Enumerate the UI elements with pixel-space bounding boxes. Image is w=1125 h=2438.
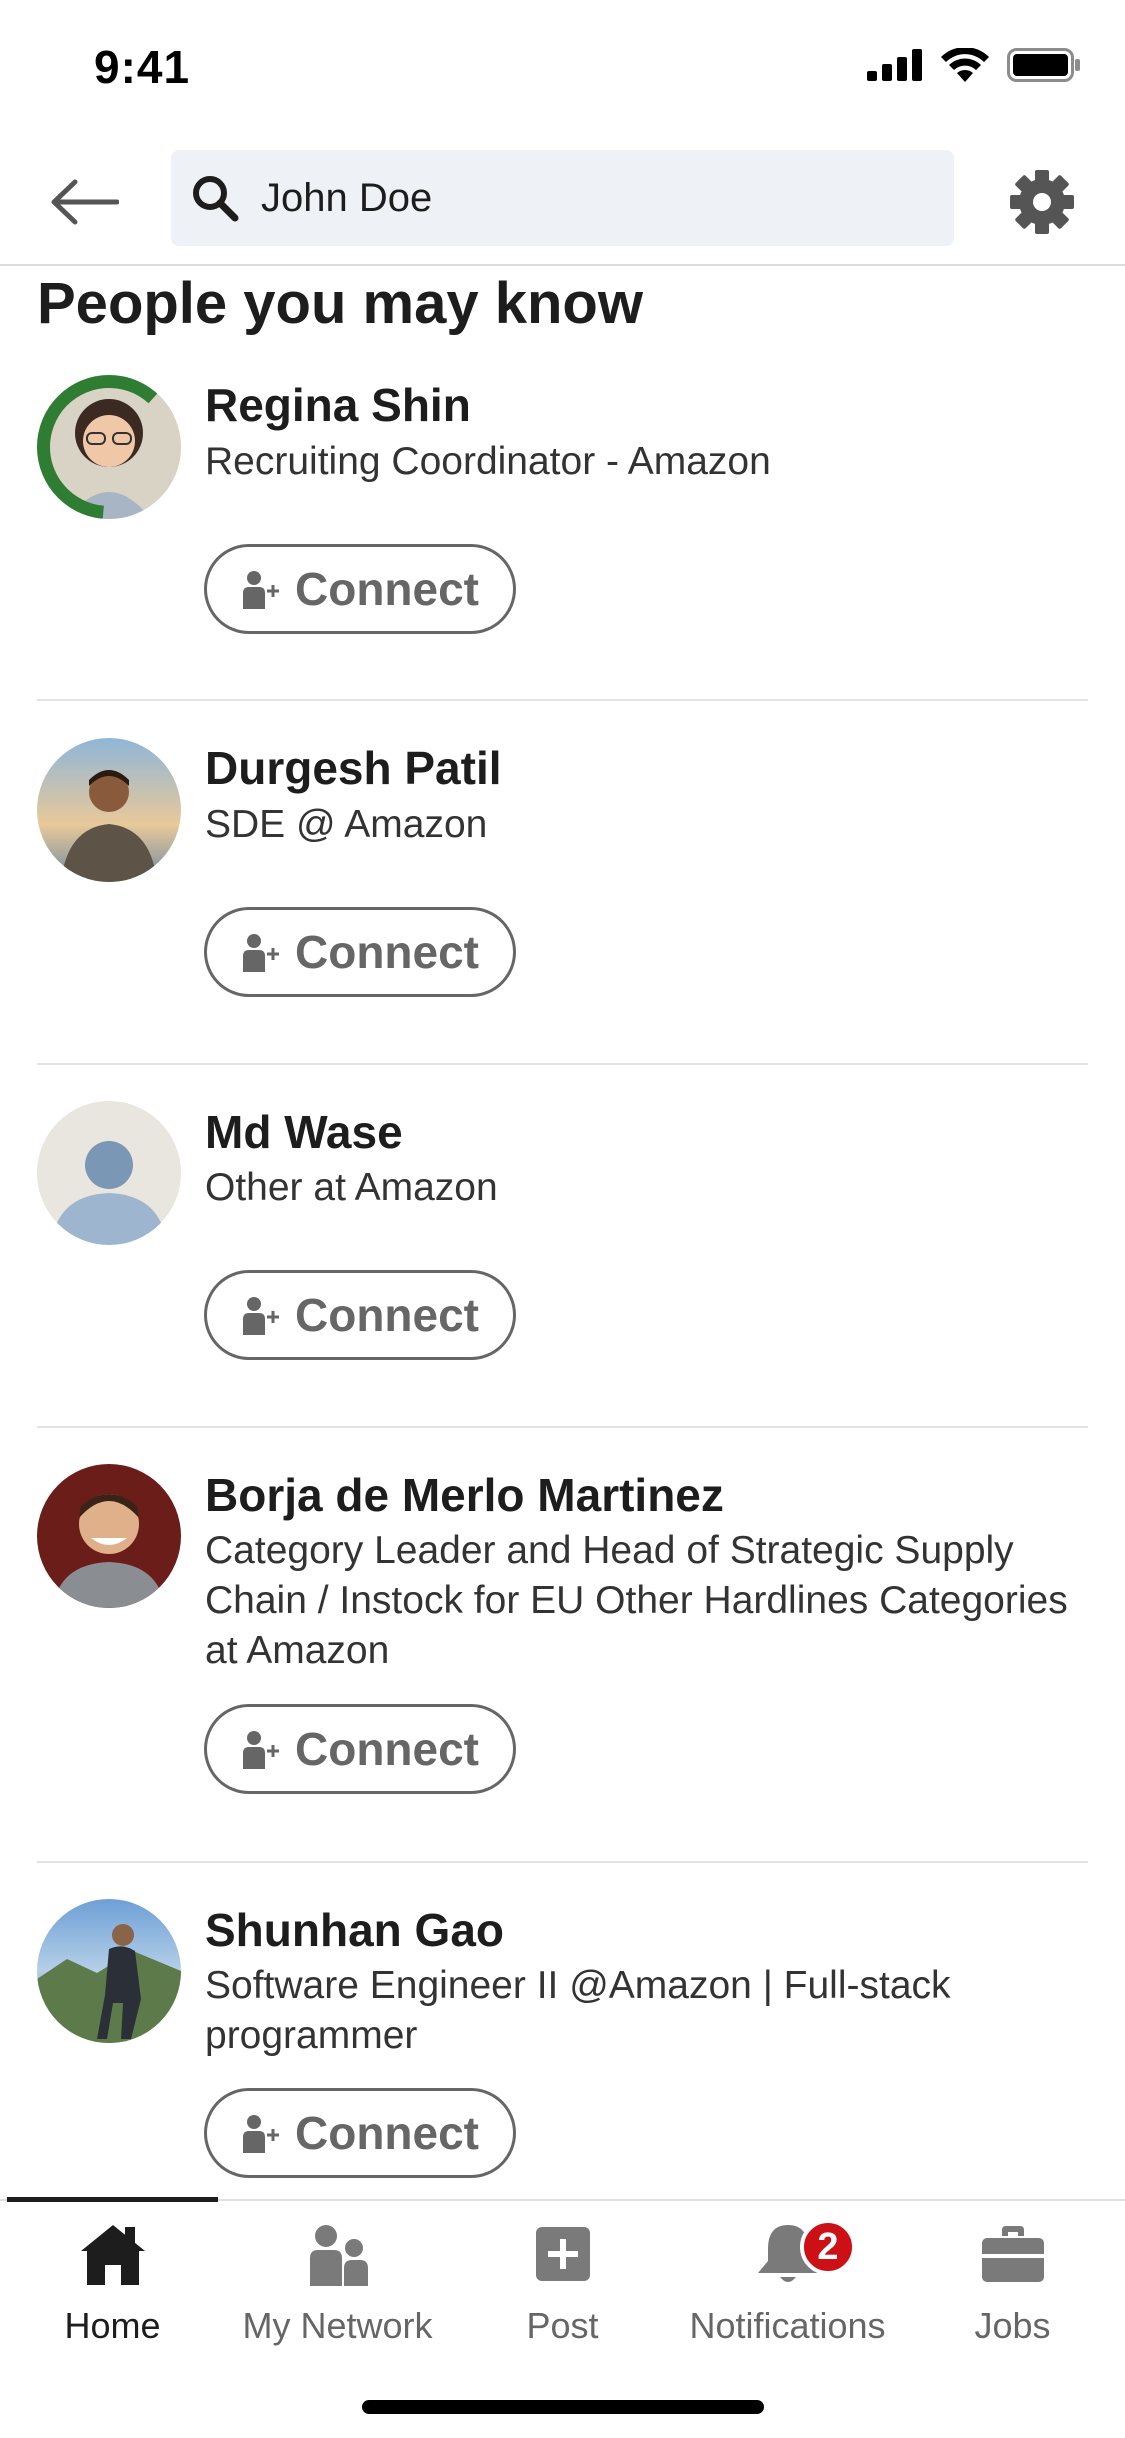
connect-button[interactable]: Connect: [204, 907, 516, 997]
add-person-icon: [243, 934, 279, 972]
profile-photo: [37, 738, 181, 882]
search-input[interactable]: [261, 150, 921, 246]
person-headline: Other at Amazon: [205, 1166, 498, 1209]
back-button[interactable]: [44, 170, 124, 234]
connect-label: Connect: [295, 1289, 479, 1341]
connect-button[interactable]: Connect: [204, 2088, 516, 2178]
connect-label: Connect: [295, 563, 479, 615]
add-person-icon: [243, 2115, 279, 2153]
tab-post[interactable]: Post: [450, 2215, 675, 2365]
battery-icon: [1007, 48, 1080, 82]
connect-button[interactable]: Connect: [204, 544, 516, 634]
search-header: [0, 140, 1125, 266]
profile-photo: [37, 1464, 181, 1608]
avatar[interactable]: [37, 738, 181, 882]
tab-home[interactable]: Home: [0, 2215, 225, 2365]
search-bar[interactable]: [171, 150, 954, 246]
tab-label: My Network: [242, 2305, 433, 2346]
profile-photo: [37, 1899, 181, 2043]
person-headline: Software Engineer II @Amazon | Full-stac…: [205, 1964, 951, 2057]
add-person-icon: [243, 1297, 279, 1335]
tab-label: Home: [64, 2305, 161, 2346]
divider: [37, 1426, 1088, 1428]
tab-label: Jobs: [974, 2305, 1051, 2346]
divider: [37, 1861, 1088, 1863]
default-avatar-icon: [37, 1101, 181, 1245]
avatar[interactable]: [37, 1899, 181, 2043]
person-name[interactable]: Borja de Merlo Martinez: [205, 1468, 724, 1522]
settings-button[interactable]: [1006, 166, 1078, 238]
person-headline: SDE @ Amazon: [205, 803, 488, 846]
status-icons: [867, 48, 1081, 82]
notification-badge: 2: [800, 2219, 856, 2275]
person-name[interactable]: Md Wase: [205, 1105, 403, 1159]
section-title: People you may know: [37, 271, 643, 336]
tab-notifications[interactable]: 2 Notifications: [675, 2215, 900, 2365]
connect-label: Connect: [295, 2107, 479, 2159]
divider: [37, 1063, 1088, 1065]
search-icon: [193, 176, 239, 222]
connect-label: Connect: [295, 1723, 479, 1775]
person-name[interactable]: Regina Shin: [205, 378, 471, 432]
add-person-icon: [243, 571, 279, 609]
tab-my-network[interactable]: My Network: [225, 2215, 450, 2365]
avatar[interactable]: [37, 1101, 181, 1245]
connect-label: Connect: [295, 926, 479, 978]
connect-button[interactable]: Connect: [204, 1704, 516, 1794]
status-time: 9:41: [94, 41, 191, 93]
cellular-signal-icon: [867, 49, 922, 81]
profile-photo: [37, 375, 181, 519]
briefcase-icon: [981, 2226, 1044, 2282]
home-icon: [80, 2225, 145, 2285]
active-tab-indicator: [7, 2197, 218, 2202]
tab-label: Post: [526, 2305, 599, 2346]
wifi-icon: [941, 48, 989, 82]
connect-button[interactable]: Connect: [204, 1270, 516, 1360]
avatar[interactable]: [37, 1464, 181, 1608]
avatar[interactable]: [37, 375, 181, 519]
tab-label: Notifications: [689, 2305, 886, 2346]
back-arrow-icon: [51, 179, 119, 225]
status-bar: 9:41: [0, 0, 1125, 140]
person-headline: Recruiting Coordinator - Amazon: [205, 440, 771, 483]
person-headline: Category Leader and Head of Strategic Su…: [205, 1529, 1068, 1672]
person-name[interactable]: Durgesh Patil: [205, 741, 502, 795]
home-indicator: [362, 2400, 764, 2414]
post-icon: [535, 2227, 590, 2281]
person-name[interactable]: Shunhan Gao: [205, 1903, 504, 1957]
tab-jobs[interactable]: Jobs: [900, 2215, 1125, 2365]
network-icon: [309, 2225, 368, 2286]
gear-icon: [1010, 170, 1074, 234]
add-person-icon: [243, 1731, 279, 1769]
divider: [37, 699, 1088, 701]
